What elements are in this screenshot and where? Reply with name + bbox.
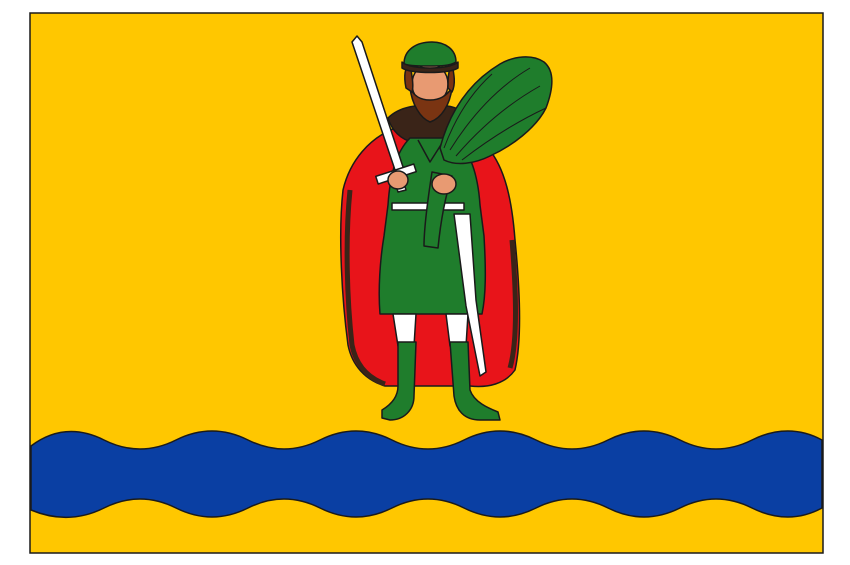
flag-illustration <box>0 0 850 565</box>
right-hand <box>431 173 457 195</box>
left-hand <box>387 170 409 190</box>
